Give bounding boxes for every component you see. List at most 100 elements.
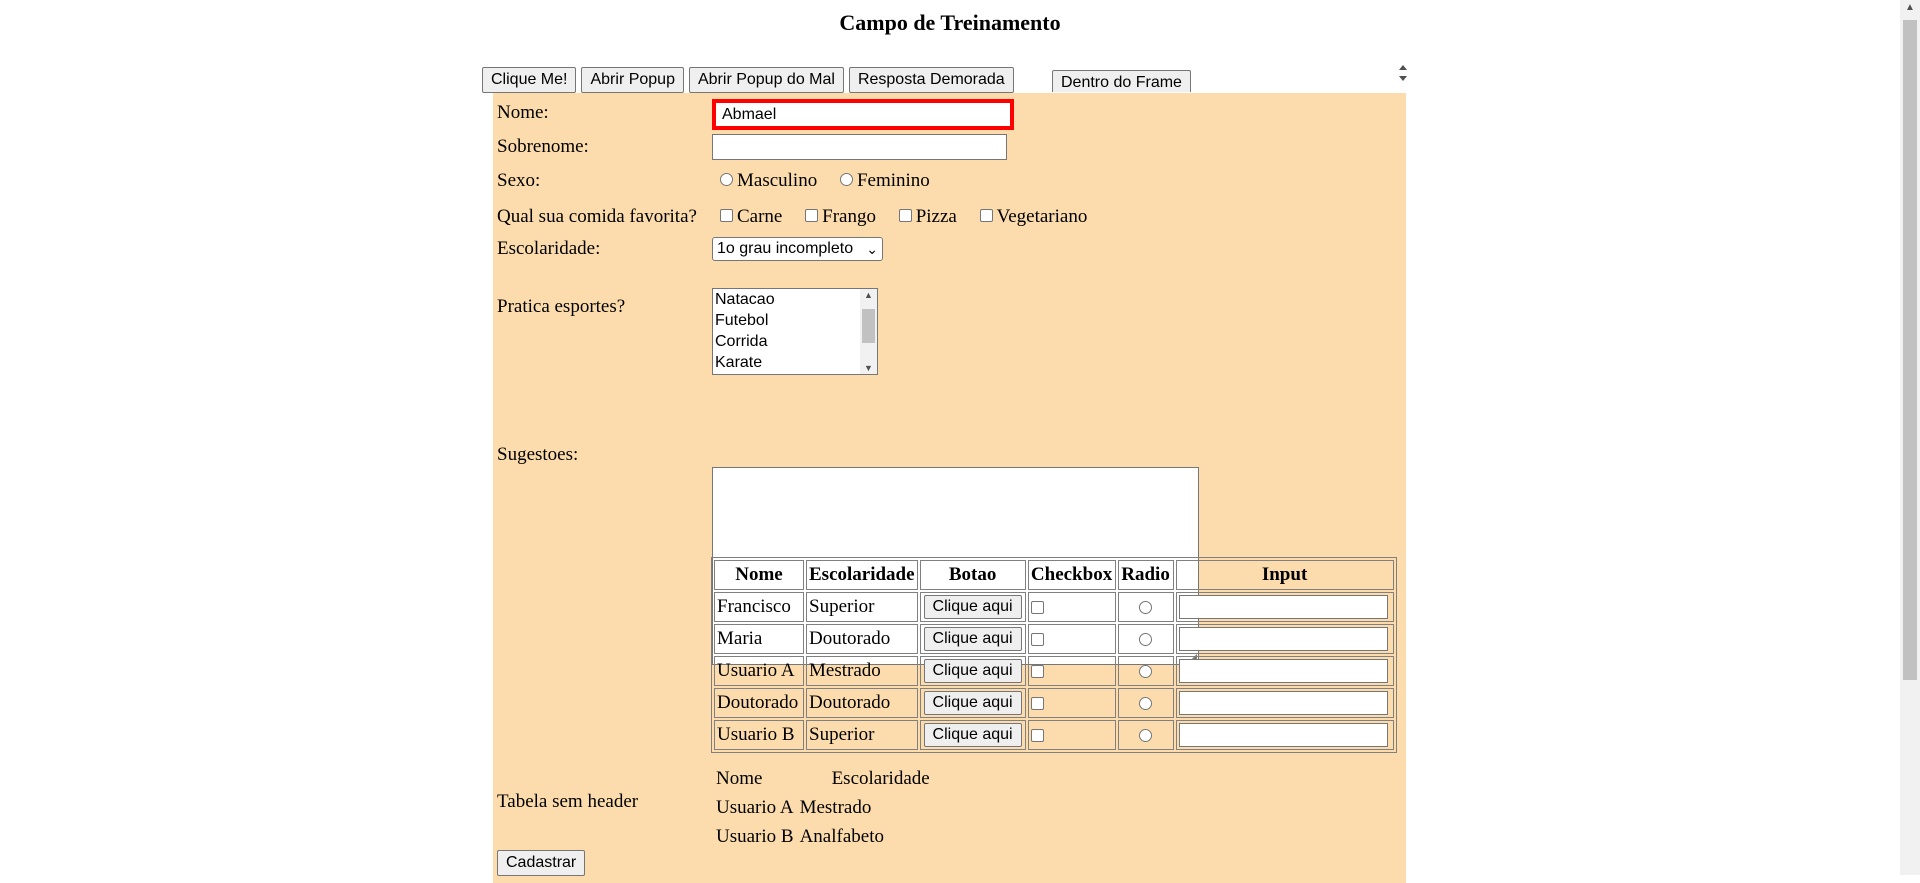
feminino-radio[interactable] [839, 173, 853, 187]
tabela-sem-header-label: Tabela sem header [497, 791, 639, 812]
table-row: Nome Escolaridade [714, 765, 932, 792]
esporte-option[interactable]: Corrida [713, 331, 877, 352]
cell: Analfabeto [799, 826, 884, 847]
cell-nome: Maria [714, 624, 804, 654]
abrir-popup-do-mal-button[interactable]: Abrir Popup do Mal [688, 67, 844, 93]
comida-options: Carne Frango Pizza Vegetariano [712, 206, 1097, 228]
cell-escolaridade: Mestrado [806, 656, 918, 686]
carne-label: Carne [737, 206, 783, 227]
cell: Escolaridade [831, 768, 930, 789]
row-checkbox[interactable] [1030, 665, 1044, 679]
row-radio[interactable] [1139, 601, 1153, 615]
cell: Usuario B [716, 826, 794, 847]
escolaridade-selected: 1o grau incompleto [717, 240, 854, 257]
masculino-radio[interactable] [720, 173, 733, 187]
resposta-demorada-button[interactable]: Resposta Demorada [848, 67, 1014, 93]
clique-me-button[interactable]: Clique Me! [482, 67, 577, 93]
sugestoes-label: Sugestoes: [497, 444, 579, 465]
row-input[interactable] [1178, 595, 1388, 619]
cadastrar-button[interactable]: Cadastrar [497, 850, 586, 876]
cell-escolaridade: Doutorado [806, 624, 918, 654]
table-row: Usuario B Superior Clique aqui [714, 720, 1394, 750]
header-botao: Botao [919, 560, 1026, 590]
comida-label: Qual sua comida favorita? [497, 206, 697, 227]
page-scrollbar[interactable]: ▲ [1900, 0, 1920, 875]
esportes-label: Pratica esportes? [497, 296, 626, 317]
vegetariano-label: Vegetariano [996, 206, 1088, 227]
row-radio[interactable] [1139, 697, 1153, 711]
cell-escolaridade: Doutorado [806, 688, 918, 718]
users-table: Nome Escolaridade Botao Checkbox Radio I… [711, 557, 1397, 753]
header-radio: Radio [1117, 560, 1174, 590]
frame-scrollbar[interactable] [1393, 60, 1413, 86]
scroll-up-icon[interactable]: ▲ [860, 290, 877, 300]
header-nome: Nome [714, 560, 804, 590]
clique-aqui-button[interactable]: Clique aqui [923, 595, 1022, 619]
esportes-listbox[interactable]: Natacao Futebol Corrida Karate ▲ ▼ [712, 288, 878, 375]
sobrenome-input[interactable] [712, 134, 1007, 160]
table-row: Doutorado Doutorado Clique aqui [714, 688, 1394, 718]
escolaridade-select[interactable]: 1o grau incompleto ⌄ [712, 237, 883, 261]
no-header-table: Nome Escolaridade Usuario A Mestrado Usu… [712, 763, 934, 852]
frame: Dentro do Frame [1052, 70, 1197, 92]
cell: Mestrado [799, 797, 872, 818]
nome-input[interactable] [712, 99, 1014, 130]
table-row: Usuario A Mestrado [714, 794, 932, 821]
cell-escolaridade: Superior [806, 720, 918, 750]
dentro-do-frame-button[interactable]: Dentro do Frame [1052, 70, 1191, 92]
esporte-option[interactable]: Karate [713, 352, 877, 373]
pizza-checkbox[interactable] [898, 209, 912, 223]
esporte-option[interactable]: Natacao [713, 289, 877, 310]
clique-aqui-button[interactable]: Clique aqui [923, 723, 1022, 747]
masculino-label: Masculino [737, 170, 818, 191]
header-checkbox: Checkbox [1027, 560, 1116, 590]
table-row: Usuario B Analfabeto [714, 823, 932, 850]
header-escolaridade: Escolaridade [806, 560, 918, 590]
pizza-label: Pizza [915, 206, 957, 227]
row-radio[interactable] [1139, 665, 1153, 679]
toolbar: Clique Me! Abrir Popup Abrir Popup do Ma… [482, 67, 1014, 93]
header-input: Input [1175, 560, 1394, 590]
row-input[interactable] [1178, 723, 1388, 747]
row-radio[interactable] [1139, 633, 1153, 647]
carne-checkbox[interactable] [720, 209, 733, 223]
cell: Usuario A [716, 797, 794, 818]
row-radio[interactable] [1139, 729, 1153, 743]
feminino-label: Feminino [856, 170, 930, 191]
frango-label: Frango [822, 206, 876, 227]
sobrenome-label: Sobrenome: [497, 136, 589, 157]
nome-label: Nome: [497, 102, 549, 123]
row-checkbox[interactable] [1030, 601, 1044, 615]
table-row: Francisco Superior Clique aqui [714, 592, 1394, 622]
frango-checkbox[interactable] [805, 209, 819, 223]
clique-aqui-button[interactable]: Clique aqui [923, 691, 1022, 715]
row-input[interactable] [1178, 627, 1388, 651]
vegetariano-checkbox[interactable] [979, 209, 993, 223]
esporte-option[interactable]: Futebol [713, 310, 877, 331]
table-row: Maria Doutorado Clique aqui [714, 624, 1394, 654]
cell: Nome [716, 768, 763, 789]
scroll-up-icon[interactable]: ▲ [1900, 2, 1920, 13]
cell-nome: Doutorado [714, 688, 804, 718]
clique-aqui-button[interactable]: Clique aqui [923, 659, 1022, 683]
row-input[interactable] [1178, 691, 1388, 715]
table-row: Usuario A Mestrado Clique aqui [714, 656, 1394, 686]
row-checkbox[interactable] [1030, 633, 1044, 647]
listbox-scrollbar[interactable]: ▲ ▼ [860, 289, 877, 374]
sexo-options: Masculino Feminino [712, 170, 940, 192]
cell-escolaridade: Superior [806, 592, 918, 622]
row-checkbox[interactable] [1030, 729, 1044, 743]
clique-aqui-button[interactable]: Clique aqui [923, 627, 1022, 651]
page-scroll-thumb[interactable] [1903, 20, 1917, 680]
page-title: Campo de Treinamento [839, 10, 1061, 35]
listbox-scroll-thumb[interactable] [862, 309, 875, 343]
scroll-down-icon[interactable]: ▼ [860, 363, 877, 373]
frame-scroll-arrows-icon [1399, 65, 1407, 81]
escolaridade-label: Escolaridade: [497, 238, 601, 259]
cell-nome: Usuario A [714, 656, 804, 686]
row-input[interactable] [1178, 659, 1388, 683]
cell-nome: Francisco [714, 592, 804, 622]
abrir-popup-button[interactable]: Abrir Popup [581, 67, 684, 93]
cell-nome: Usuario B [714, 720, 804, 750]
row-checkbox[interactable] [1030, 697, 1044, 711]
